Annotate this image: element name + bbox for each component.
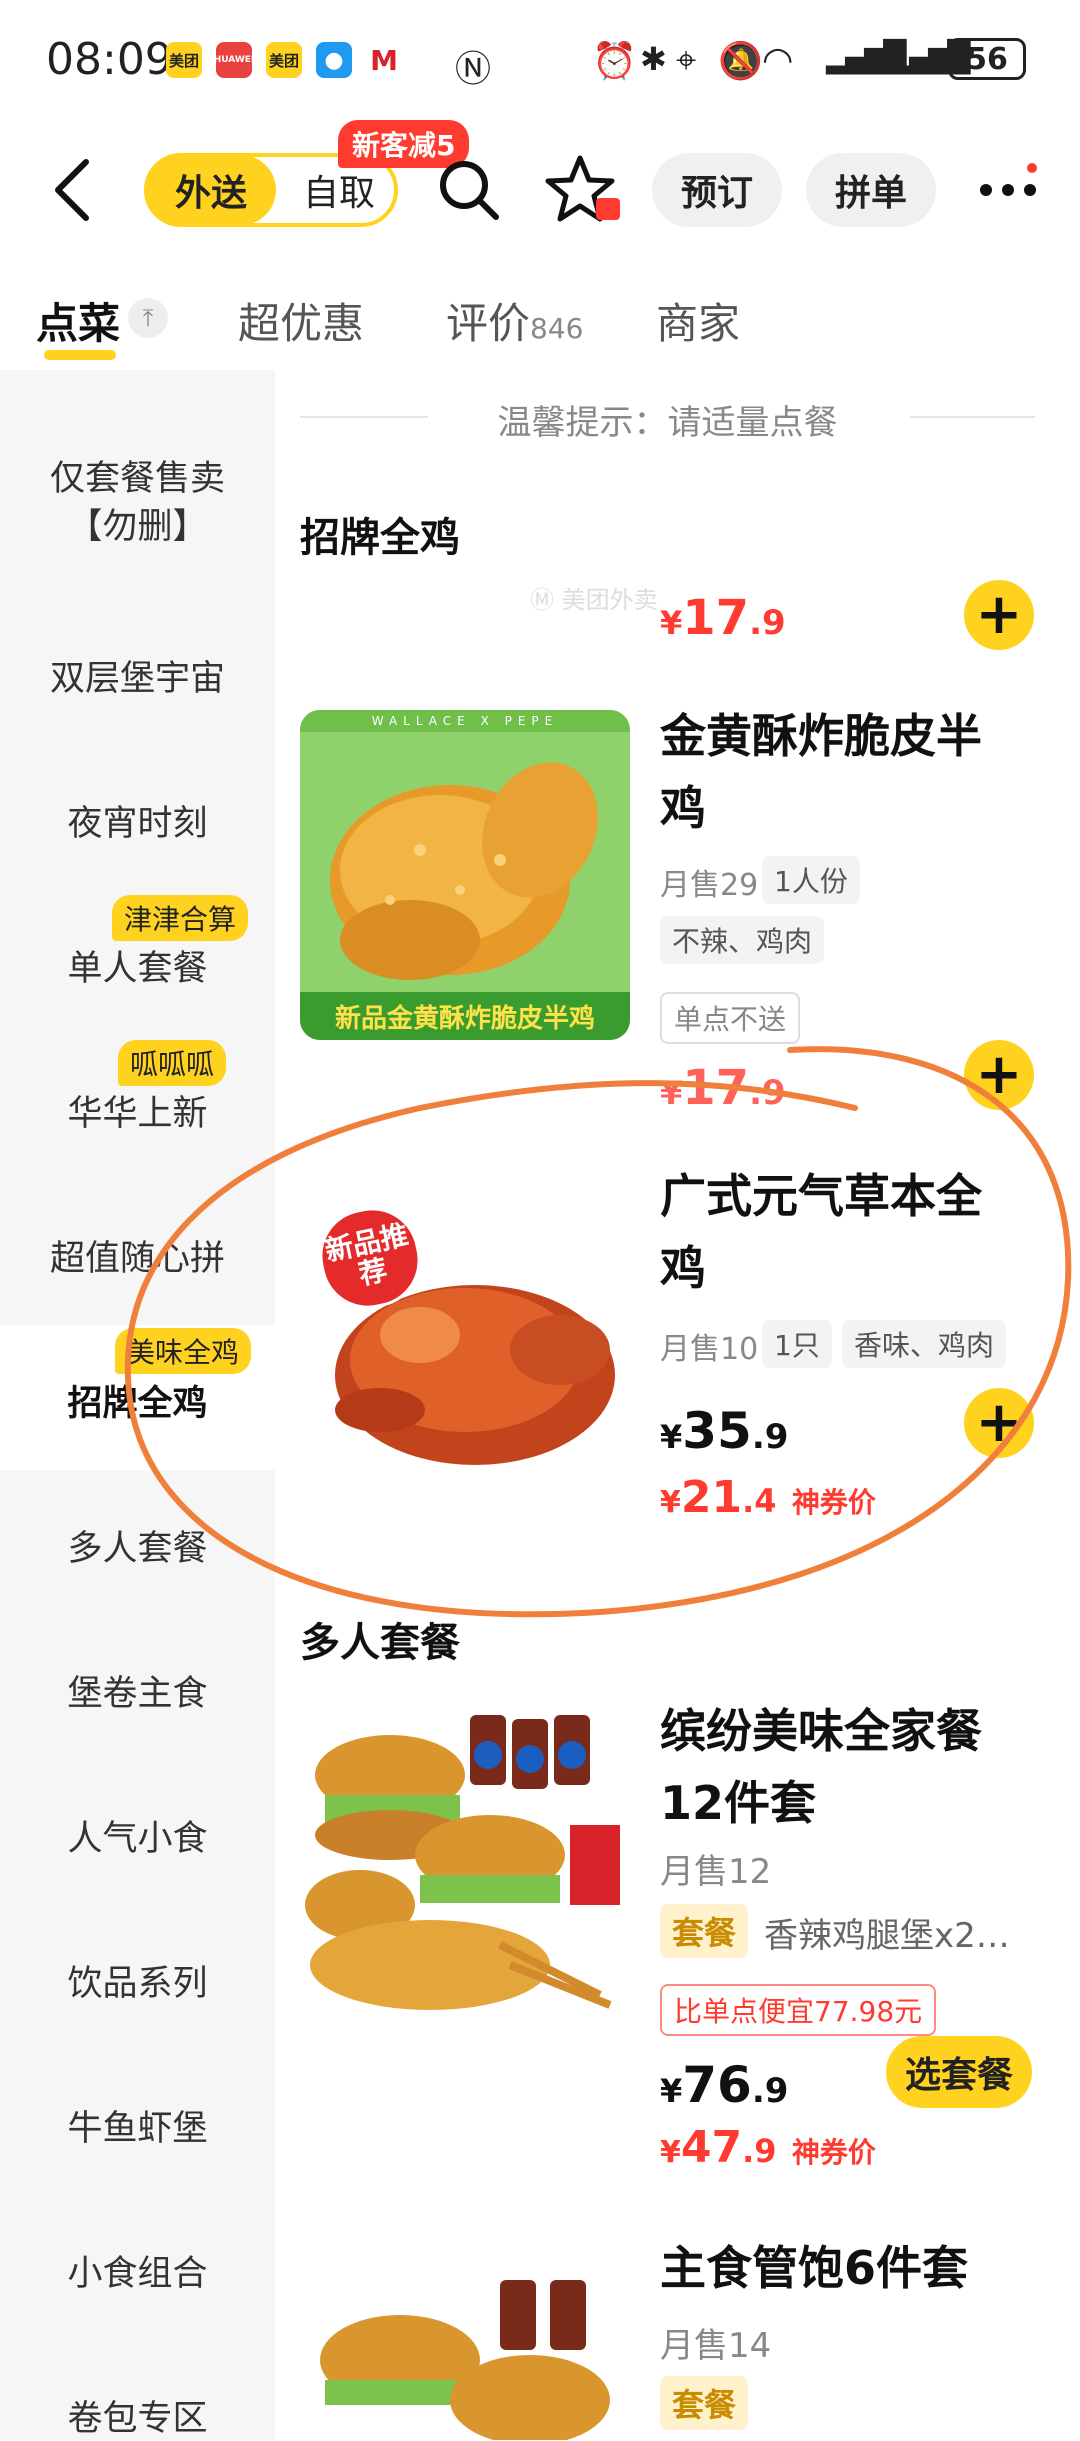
- sidebar-item-new[interactable]: 华华上新: [0, 1085, 275, 1136]
- alarm-icon: ⏰: [592, 41, 637, 82]
- section-title: 多人套餐: [300, 1620, 460, 1666]
- sidebar-item-late-night[interactable]: 夜宵时刻: [0, 795, 275, 846]
- coupon-price: ¥21.4 神券价: [660, 1472, 876, 1523]
- portion-tag: 1只: [762, 1320, 832, 1368]
- sidebar-item-snack-combo[interactable]: 小食组合: [0, 2245, 275, 2296]
- product-image[interactable]: [300, 1705, 630, 2030]
- meal-set-image: [320, 2280, 610, 2440]
- add-button[interactable]: +: [964, 580, 1034, 650]
- sidebar-tag: 美味全鸡: [115, 1328, 252, 1374]
- back-button[interactable]: [48, 150, 98, 230]
- tab-deals[interactable]: 超优惠: [238, 290, 364, 351]
- sidebar-item-family-set[interactable]: 多人套餐: [0, 1520, 275, 1571]
- sidebar-item-single-set[interactable]: 单人套餐: [0, 940, 275, 991]
- add-button[interactable]: +: [964, 1040, 1034, 1110]
- nfc-icon: Ⓝ: [455, 49, 492, 90]
- product-name[interactable]: 主食管饱6件套: [660, 2232, 1020, 2304]
- battery-indicator: 56: [948, 38, 1026, 80]
- price: ¥76.9: [660, 2056, 789, 2114]
- price: ¥35.9: [660, 1402, 789, 1460]
- tab-reviews-label: 评价: [446, 299, 531, 348]
- sidebar-item-drinks[interactable]: 饮品系列: [0, 1955, 275, 2006]
- savings-tag: 比单点便宜77.98元: [660, 1984, 937, 2036]
- search-icon: [440, 161, 499, 220]
- product-image[interactable]: 新品推荐: [300, 1170, 630, 1500]
- meituan-app-icon: 美团: [166, 42, 202, 78]
- wifi-icon: ◠: [762, 40, 794, 81]
- sidebar-item-beef-fish[interactable]: 牛鱼虾堡: [0, 2100, 275, 2151]
- monthly-sales: 月售12: [660, 1852, 772, 1892]
- more-button[interactable]: [980, 150, 1040, 230]
- mute-icon: 🔕: [718, 41, 763, 82]
- add-button[interactable]: +: [964, 1388, 1034, 1458]
- bluetooth-icon: ✱: [640, 40, 667, 78]
- select-set-button[interactable]: 选套餐: [886, 2036, 1032, 2108]
- image-caption-text: 新品金黄酥炸脆皮半鸡: [334, 1003, 595, 1034]
- fried-chicken-image: [330, 762, 598, 980]
- flavor-tag: 不辣、鸡肉: [660, 916, 825, 964]
- tab-merchant[interactable]: 商家: [656, 290, 740, 351]
- monthly-sales: 月售10: [660, 1332, 759, 1367]
- more-icon: [980, 163, 1037, 196]
- set-description: 香辣鸡腿堡x2…: [764, 1916, 1010, 1956]
- huawei-app-icon: HUAWEI: [214, 42, 254, 78]
- sidebar-item-combo-only[interactable]: 仅套餐售卖 【勿删】: [0, 455, 275, 551]
- product-name[interactable]: 缤纷美味全家餐12件套: [660, 1695, 1020, 1839]
- not-single-delivery-tag: 单点不送: [660, 992, 801, 1044]
- reserve-button[interactable]: 预订: [652, 153, 782, 227]
- scroll-top-icon[interactable]: ⤒: [128, 298, 168, 338]
- search-button[interactable]: [434, 155, 504, 225]
- price: ¥17.9: [660, 1060, 786, 1116]
- tab-order[interactable]: 点菜: [36, 290, 120, 351]
- tab-underline: [44, 350, 116, 360]
- favorite-button[interactable]: [544, 150, 624, 230]
- sidebar-item-double-burger[interactable]: 双层堡宇宙: [0, 650, 275, 701]
- sidebar-item-value-mix[interactable]: 超值随心拼: [0, 1230, 275, 1281]
- star-icon: [545, 155, 620, 222]
- sidebar-item-snacks[interactable]: 人气小食: [0, 1810, 275, 1861]
- price: ¥17.9: [660, 590, 786, 646]
- clock: 08:09: [46, 34, 173, 85]
- sidebar-item-wrap-zone[interactable]: 卷包专区: [0, 2390, 275, 2441]
- set-tag: 套餐: [660, 1904, 749, 1958]
- monthly-sales: 月售14: [660, 2326, 772, 2366]
- sidebar-tag: 津津合算: [112, 895, 249, 941]
- message-app-icon: ●: [316, 42, 352, 78]
- order-tip: 温馨提示：请适量点餐: [497, 403, 838, 443]
- product-name[interactable]: 广式元气草本全鸡: [660, 1160, 1020, 1304]
- image-caption: 新品金黄酥炸脆皮半鸡: [300, 992, 630, 1040]
- sidebar-item-burger-main[interactable]: 堡卷主食: [0, 1665, 275, 1716]
- chevron-left-icon: [55, 159, 89, 221]
- sidebar-item-label: 招牌全鸡: [67, 1384, 208, 1424]
- product-image[interactable]: [300, 2250, 630, 2440]
- cmb-app-icon: M: [366, 42, 402, 78]
- family-meal-image: [305, 1715, 620, 2010]
- meituan-app-icon-2: 美团: [266, 42, 302, 78]
- product-image[interactable]: WALLACE X PEPE 新品金黄酥炸脆皮半鸡: [300, 710, 630, 1040]
- location-icon: ⌖: [676, 40, 697, 81]
- status-bar: 08:09 美团 HUAWEI 美团 ● M Ⓝ ⏰ ✱ ⌖ 🔕 ◠ ▂▄▆█ …: [0, 0, 1080, 120]
- sidebar-tag: 呱呱呱: [118, 1040, 227, 1086]
- tab-reviews-count: 846: [530, 312, 584, 345]
- group-order-button[interactable]: 拼单: [806, 153, 936, 227]
- set-tag: 套餐: [660, 2376, 749, 2430]
- tab-reviews[interactable]: 评价846: [446, 290, 583, 351]
- product-name[interactable]: 金黄酥炸脆皮半鸡: [660, 700, 1020, 844]
- coupon-price: ¥47.9 神券价: [660, 2122, 876, 2173]
- flavor-tag: 香味、鸡肉: [842, 1320, 1007, 1368]
- section-title: 招牌全鸡: [300, 515, 460, 561]
- delivery-tab[interactable]: 外送: [146, 155, 276, 225]
- portion-tag: 1人份: [762, 856, 860, 904]
- watermark: Ⓜ 美团外卖: [530, 586, 658, 614]
- monthly-sales: 月售29: [660, 868, 759, 903]
